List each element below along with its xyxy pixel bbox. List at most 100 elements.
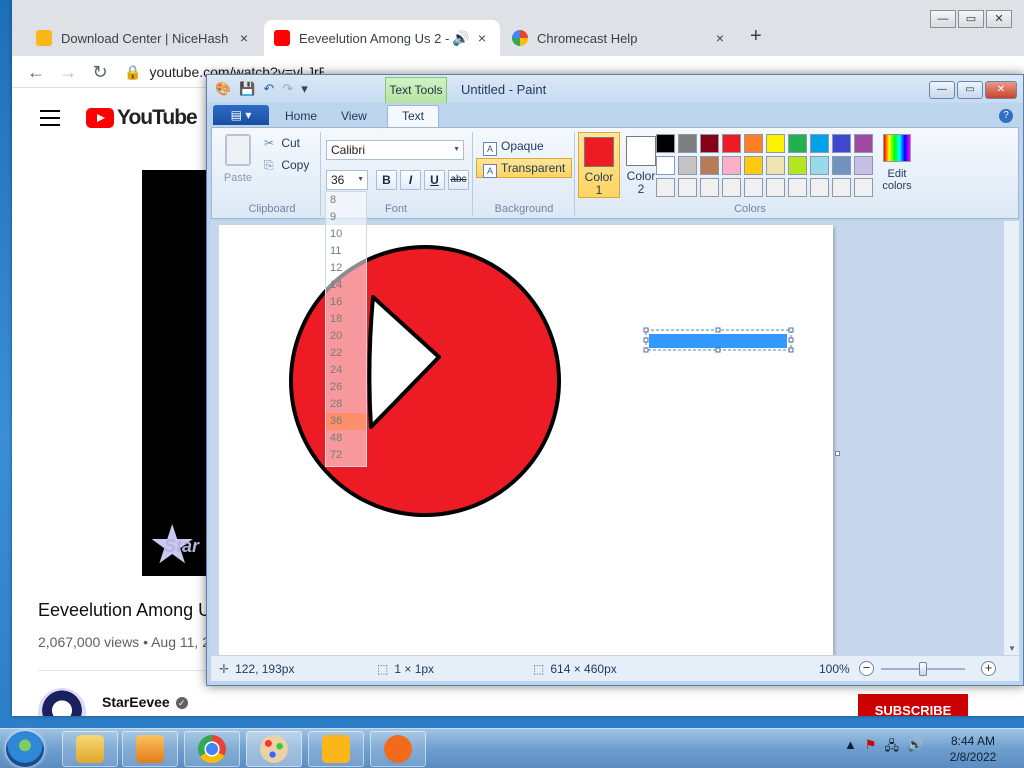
palette-swatch[interactable] <box>810 178 829 197</box>
forward-arrow-icon[interactable]: → <box>56 60 80 84</box>
font-size-option[interactable]: 22 <box>326 345 366 362</box>
undo-icon[interactable]: ↶ <box>263 81 274 97</box>
font-size-select[interactable]: 36 ▼ <box>326 170 368 190</box>
font-size-option[interactable]: 9 <box>326 209 366 226</box>
channel-name[interactable]: StarEevee ✓ <box>102 694 188 710</box>
color1-button[interactable]: Color 1 <box>578 132 620 198</box>
palette-swatch[interactable] <box>744 178 763 197</box>
zoom-out-button[interactable]: − <box>859 661 874 676</box>
font-size-option[interactable]: 18 <box>326 311 366 328</box>
font-size-option[interactable]: 12 <box>326 260 366 277</box>
subscribe-button[interactable]: SUBSCRIBE <box>858 694 968 716</box>
palette-swatch[interactable] <box>700 134 719 153</box>
drawing-canvas[interactable] <box>219 225 833 655</box>
taskbar-chrome[interactable] <box>184 731 240 767</box>
underline-button[interactable]: U <box>424 170 445 190</box>
palette-swatch[interactable] <box>854 134 873 153</box>
palette-swatch[interactable] <box>744 156 763 175</box>
palette-swatch[interactable] <box>810 156 829 175</box>
palette-swatch[interactable] <box>810 134 829 153</box>
paint-menu-button[interactable]: ▤ ▾ <box>213 105 269 125</box>
speaker-icon[interactable]: 🔊 <box>452 30 469 47</box>
paste-button[interactable]: Paste <box>220 134 256 184</box>
palette-swatch[interactable] <box>788 178 807 197</box>
palette-swatch[interactable] <box>678 178 697 197</box>
font-size-option[interactable]: 24 <box>326 362 366 379</box>
bold-button[interactable]: B <box>376 170 397 190</box>
tab-close-icon[interactable]: × <box>236 30 252 46</box>
palette-swatch[interactable] <box>766 178 785 197</box>
taskbar-explorer[interactable] <box>62 731 118 767</box>
font-size-option[interactable]: 8 <box>326 192 366 209</box>
palette-swatch[interactable] <box>678 134 697 153</box>
palette-swatch[interactable] <box>656 156 675 175</box>
close-button[interactable]: ✕ <box>986 10 1012 28</box>
tab-home[interactable]: Home <box>285 109 317 123</box>
font-size-option[interactable]: 48 <box>326 430 366 447</box>
new-tab-button[interactable]: + <box>750 25 762 48</box>
font-size-option[interactable]: 11 <box>326 243 366 260</box>
redo-icon[interactable]: ↷ <box>282 81 293 97</box>
network-icon[interactable]: 🖧 <box>885 737 900 759</box>
tab-close-icon[interactable]: × <box>712 30 728 46</box>
palette-swatch[interactable] <box>700 156 719 175</box>
maximize-button[interactable]: ▭ <box>958 10 984 28</box>
zoom-in-button[interactable]: + <box>981 661 996 676</box>
copy-button[interactable]: ⎘ Copy <box>264 158 309 173</box>
palette-swatch[interactable] <box>656 134 675 153</box>
palette-swatch[interactable] <box>722 134 741 153</box>
opaque-button[interactable]: A Opaque <box>476 136 551 156</box>
scroll-down-icon[interactable]: ▼ <box>1008 644 1016 653</box>
start-button[interactable] <box>6 731 44 767</box>
palette-swatch[interactable] <box>832 156 851 175</box>
font-size-option[interactable]: 72 <box>326 447 366 464</box>
zoom-slider-thumb[interactable] <box>919 662 927 676</box>
minimize-button[interactable]: — <box>929 81 955 99</box>
palette-swatch[interactable] <box>854 178 873 197</box>
reload-icon[interactable]: ↻ <box>88 60 112 84</box>
taskbar-nicehash[interactable] <box>308 731 364 767</box>
tab-close-icon[interactable]: × <box>474 30 490 46</box>
menu-icon[interactable] <box>40 110 60 126</box>
palette-swatch[interactable] <box>788 156 807 175</box>
minimize-button[interactable]: — <box>930 10 956 28</box>
volume-icon[interactable]: 🔊 <box>907 737 923 759</box>
font-family-select[interactable]: Calibri ▼ <box>326 140 464 160</box>
transparent-button[interactable]: A Transparent <box>476 158 573 178</box>
zoom-slider[interactable] <box>881 662 965 676</box>
edit-colors-button[interactable]: Edit colors <box>876 134 918 192</box>
palette-swatch[interactable] <box>854 156 873 175</box>
font-size-option[interactable]: 26 <box>326 379 366 396</box>
font-size-option[interactable]: 16 <box>326 294 366 311</box>
channel-avatar[interactable] <box>38 688 86 716</box>
palette-swatch[interactable] <box>832 134 851 153</box>
action-center-icon[interactable]: ⚑ <box>865 737 877 759</box>
taskbar-media-player[interactable] <box>122 731 178 767</box>
palette-swatch[interactable] <box>722 156 741 175</box>
tab-view[interactable]: View <box>341 109 367 123</box>
taskbar-xr-app[interactable] <box>370 731 426 767</box>
palette-swatch[interactable] <box>832 178 851 197</box>
tab-nicehash[interactable]: Download Center | NiceHash × <box>26 20 262 56</box>
close-button[interactable]: ✕ <box>985 81 1017 99</box>
taskbar-clock[interactable]: 8:44 AM 2/8/2022 <box>940 733 1006 765</box>
tab-chromecast-help[interactable]: Chromecast Help × <box>502 20 738 56</box>
palette-swatch[interactable] <box>678 156 697 175</box>
italic-button[interactable]: I <box>400 170 421 190</box>
customize-toolbar-icon[interactable]: ▾ <box>301 81 308 97</box>
font-size-option[interactable]: 14 <box>326 277 366 294</box>
tab-text[interactable]: Text <box>387 105 440 129</box>
show-hidden-icons-icon[interactable]: ▲ <box>844 737 857 759</box>
taskbar-paint[interactable] <box>246 731 302 767</box>
strikethrough-button[interactable]: abc <box>448 170 469 190</box>
youtube-logo[interactable]: YouTube <box>86 106 198 130</box>
tab-youtube[interactable]: Eeveelution Among Us 2 - Yo 🔊 × <box>264 20 500 56</box>
vertical-scrollbar[interactable]: ▼ <box>1003 221 1019 655</box>
cut-button[interactable]: ✂ Cut <box>264 136 300 150</box>
font-size-option[interactable]: 36 <box>326 413 366 430</box>
palette-swatch[interactable] <box>744 134 763 153</box>
palette-swatch[interactable] <box>722 178 741 197</box>
paint-app-icon[interactable]: 🎨 <box>215 81 231 97</box>
help-icon[interactable]: ? <box>999 109 1013 123</box>
palette-swatch[interactable] <box>656 178 675 197</box>
